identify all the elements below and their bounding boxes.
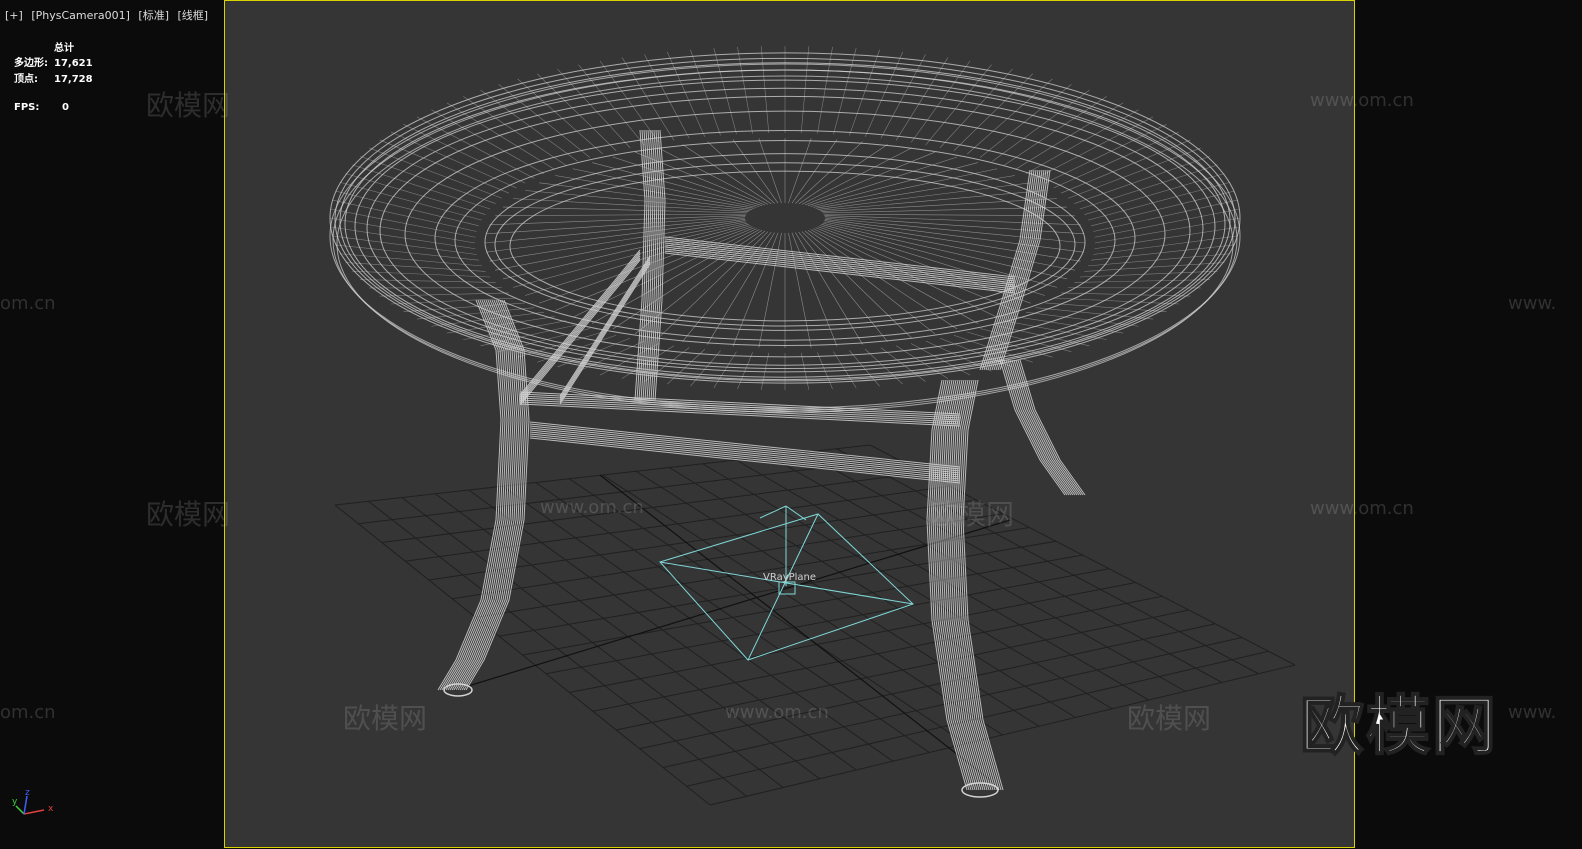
stats-fps: FPS: 0	[14, 102, 69, 113]
stats-header: 总计	[54, 43, 74, 54]
stats-polygons-label: 多边形:	[14, 58, 48, 69]
stats-vertices-label: 顶点:	[14, 74, 38, 85]
stats-fps-label: FPS:	[14, 102, 40, 113]
vray-plane-gizmo[interactable]	[659, 505, 914, 661]
table-wireframe[interactable]	[329, 46, 1241, 798]
axis-y-label: y	[12, 797, 18, 807]
axis-x-label: x	[48, 804, 54, 814]
viewport-camera-menu[interactable]: [PhysCamera001]	[31, 9, 130, 22]
viewport-display-menu[interactable]: [线框]	[178, 9, 209, 22]
viewport-plus-menu[interactable]: [+]	[5, 9, 23, 22]
viewport-shading-menu[interactable]: [标准]	[138, 9, 169, 22]
stats-polygons: 多边形: 17,621	[14, 54, 93, 69]
vray-plane-label: VRayPlane	[763, 572, 817, 583]
stats-fps-value: 0	[62, 102, 69, 113]
axis-z-label: z	[25, 790, 30, 798]
axis-tripod-icon: x y z	[12, 790, 54, 815]
viewport-label-menu[interactable]: [+] [PhysCamera001] [标准] [线框]	[5, 7, 213, 23]
viewport[interactable]: VRayPlane [+] [PhysCamera001] [标准] [线框] …	[0, 0, 1582, 849]
stats-polygons-value: 17,621	[54, 58, 93, 69]
brand-logo-watermark: 欧模网	[1299, 689, 1498, 765]
stats-vertices: 顶点: 17,728	[14, 70, 93, 85]
stats-vertices-value: 17,728	[54, 74, 93, 85]
